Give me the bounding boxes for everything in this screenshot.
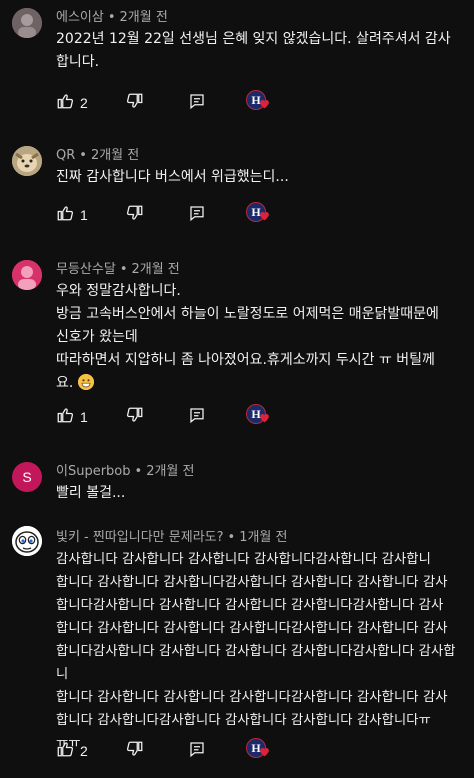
comment-text: 감사합니다 감사합니다 감사합니다 감사합니다감사합니다 감사합니 합니다 감사…	[56, 552, 456, 751]
dislike-button[interactable]	[126, 92, 144, 114]
comment-meta: 무등산수달 • 2개월 전	[56, 258, 180, 277]
comment-actions: 2 H	[56, 738, 276, 762]
dislike-button[interactable]	[126, 406, 144, 428]
comment-author[interactable]: 에스이삼	[56, 10, 104, 25]
comment-text: 진짜 감사합니다 버스에서 위급했는디...	[56, 169, 289, 185]
reply-icon	[188, 406, 206, 428]
creator-heart-badge: H	[246, 404, 272, 426]
like-count: 2	[80, 95, 88, 111]
avatar[interactable]	[12, 526, 42, 556]
comment-text: 2022년 12월 22일 선생님 은혜 잊지 않겠습니다. 살려주셔서 감사 …	[56, 31, 451, 70]
like-button[interactable]: 2	[56, 92, 88, 114]
comment-time[interactable]: 2개월 전	[91, 148, 139, 163]
comment-item: QR • 2개월 전 진짜 감사합니다 버스에서 위급했는디... 1 H	[0, 146, 474, 236]
reply-button[interactable]	[188, 740, 206, 762]
comment-time[interactable]: 2개월 전	[131, 262, 179, 277]
thumbs-down-icon	[126, 92, 144, 114]
dislike-button[interactable]	[126, 204, 144, 226]
separator-dot: •	[134, 464, 143, 479]
thumbs-up-icon	[56, 204, 74, 226]
comment-author[interactable]: 빛키 - 찐따입니다만 문제라도?	[56, 530, 224, 545]
avatar[interactable]	[12, 146, 42, 176]
separator-dot: •	[107, 10, 116, 25]
comment-item: 빛키 - 찐따입니다만 문제라도? • 1개월 전 감사합니다 감사합니다 감사합니…	[0, 526, 474, 773]
heart-icon	[260, 413, 269, 423]
reply-icon	[188, 204, 206, 226]
reply-button[interactable]	[188, 204, 206, 226]
thumbs-down-icon	[126, 204, 144, 226]
like-count: 2	[80, 743, 88, 759]
thumbs-up-icon	[56, 740, 74, 762]
comment-meta: 빛키 - 찐따입니다만 문제라도? • 1개월 전	[56, 526, 287, 545]
separator-dot: •	[119, 262, 128, 277]
creator-heart-badge: H	[246, 90, 272, 112]
comment-actions: 1 H	[56, 202, 276, 226]
comment-meta: QR • 2개월 전	[56, 144, 139, 163]
separator-dot: •	[79, 148, 87, 163]
comment-text: 우와 정말감사합니다. 방금 고속버스안에서 하늘이 노랄정도로 어제먹은 매운…	[56, 280, 461, 395]
like-count: 1	[80, 409, 88, 425]
heart-icon	[260, 99, 269, 109]
creator-heart-badge: H	[246, 738, 272, 760]
avatar-letter: S	[22, 469, 32, 485]
heart-icon	[260, 211, 269, 221]
reply-button[interactable]	[188, 92, 206, 114]
separator-dot: •	[227, 530, 236, 545]
grinning-emoji-icon	[77, 374, 94, 390]
comment-item: 무등산수달 • 2개월 전 우와 정말감사합니다. 방금 고속버스안에서 하늘이 노…	[0, 260, 474, 435]
creator-heart-badge: H	[246, 202, 272, 224]
like-button[interactable]: 1	[56, 406, 88, 428]
comment-text: 빨리 볼걸...	[56, 485, 126, 501]
comment-meta: 이Superbob • 2개월 전	[56, 460, 194, 479]
comment-time[interactable]: 2개월 전	[146, 464, 194, 479]
heart-icon	[260, 747, 269, 757]
thumbs-up-icon	[56, 406, 74, 428]
comment-text-content: 우와 정말감사합니다. 방금 고속버스안에서 하늘이 노랄정도로 어제먹은 매운…	[56, 283, 439, 391]
comment-item: S 이Superbob • 2개월 전 빨리 볼걸...	[0, 462, 474, 512]
comment-author[interactable]: 이Superbob	[56, 464, 131, 479]
thumbs-up-icon	[56, 92, 74, 114]
thumbs-down-icon	[126, 406, 144, 428]
reply-icon	[188, 740, 206, 762]
like-button[interactable]: 2	[56, 740, 88, 762]
comment-author[interactable]: QR	[56, 148, 75, 163]
reply-button[interactable]	[188, 406, 206, 428]
dislike-button[interactable]	[126, 740, 144, 762]
comment-time[interactable]: 1개월 전	[239, 530, 287, 545]
comment-time[interactable]: 2개월 전	[120, 10, 168, 25]
comment-actions: 1 H	[56, 404, 276, 428]
thumbs-down-icon	[126, 740, 144, 762]
avatar[interactable]	[12, 8, 42, 38]
like-count: 1	[80, 207, 88, 223]
comment-actions: 2 H	[56, 90, 276, 114]
comment-item: 에스이삼 • 2개월 전 2022년 12월 22일 선생님 은혜 잊지 않겠습니다…	[0, 8, 474, 118]
reply-icon	[188, 92, 206, 114]
avatar[interactable]	[12, 260, 42, 290]
like-button[interactable]: 1	[56, 204, 88, 226]
comment-meta: 에스이삼 • 2개월 전	[56, 6, 168, 25]
avatar[interactable]: S	[12, 462, 42, 492]
comment-author[interactable]: 무등산수달	[56, 262, 116, 277]
